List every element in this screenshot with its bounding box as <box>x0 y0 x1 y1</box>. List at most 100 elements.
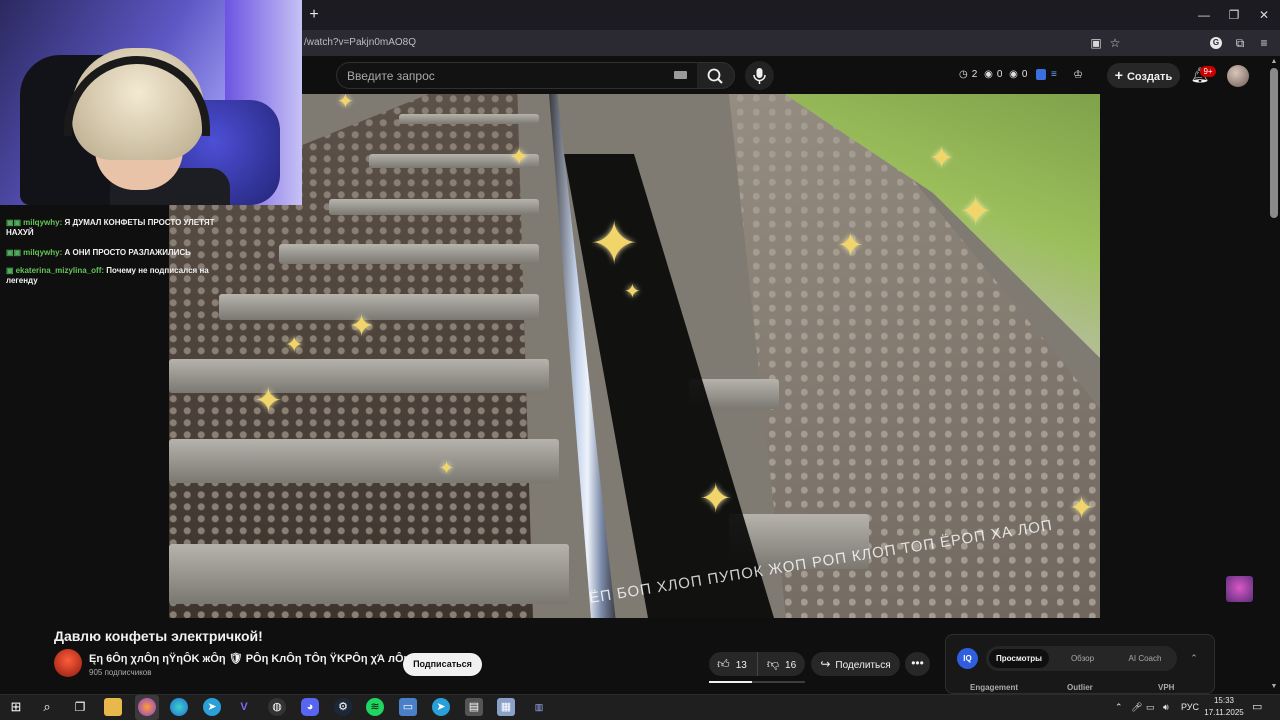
chat-username: ekaterina_mizylina_off <box>15 266 102 275</box>
restore-button[interactable]: ❐ <box>1225 6 1243 24</box>
tray-network-icon[interactable]: ▭ <box>1146 701 1155 713</box>
close-button[interactable]: ✕ <box>1255 6 1273 24</box>
video-sleeper <box>169 439 559 483</box>
telegram-icon[interactable]: ➤ <box>203 698 221 716</box>
tray-volume-icon[interactable]: 🔊︎ <box>1163 701 1169 713</box>
notification-center-icon[interactable]: ▭ <box>1252 701 1262 713</box>
subscribe-button[interactable]: Подписаться <box>403 653 482 676</box>
tray-chevron-up-icon[interactable]: ⌃ <box>1115 701 1123 713</box>
sparkle: ✦ <box>959 190 993 234</box>
firefox-icon[interactable] <box>138 698 156 716</box>
windows-taskbar <box>0 694 1280 720</box>
share-label: Поделиться <box>835 660 891 671</box>
like-button[interactable]: 👍︎ 13 <box>709 652 755 676</box>
steam-icon[interactable]: ⚙ <box>334 698 352 716</box>
subscriber-count: 905 подписчиков <box>89 668 152 677</box>
ribbon-icon[interactable]: ♔ <box>1071 68 1085 82</box>
video-sleeper <box>329 199 539 215</box>
sparkle: ✦ <box>254 382 283 420</box>
edge-icon[interactable] <box>170 698 188 716</box>
video-sleeper <box>169 544 569 604</box>
scroll-down-arrow-icon[interactable]: ▼ <box>1269 683 1279 691</box>
stat-value: 0 <box>996 69 1003 80</box>
monitor-app-icon[interactable]: ▭ <box>399 698 417 716</box>
extension-g-icon[interactable]: G <box>1210 37 1222 49</box>
sparkle: ✦ <box>439 458 455 478</box>
extensions-puzzle-icon[interactable]: ⧉ <box>1232 35 1248 51</box>
chat-message: ▣ ekaterina_mizylina_off: Почему не подпи… <box>6 266 209 285</box>
plus-icon: + <box>1114 67 1123 83</box>
new-tab-button[interactable]: + <box>305 6 323 24</box>
extension-stats: ◷ 2 ◉ 0 ◉ 0 <box>959 69 1031 80</box>
taskbar-clock-date[interactable]: 17.11.2025 <box>1202 708 1246 717</box>
tray-microphone-icon[interactable]: 🎤︎ <box>1131 701 1142 713</box>
share-button[interactable]: ↪ Поделиться <box>811 652 900 676</box>
dislike-count: 16 <box>785 660 797 671</box>
thumbs-down-icon: 👎︎ <box>766 657 780 671</box>
sparkle: ✦ <box>285 332 304 357</box>
obs-icon[interactable]: ◍ <box>268 698 286 716</box>
sparkle: ✦ <box>929 142 955 175</box>
chat-username: milqywhy: <box>23 218 63 227</box>
extension-lines-icon[interactable]: ≡ <box>1051 69 1063 80</box>
thumbs-up-icon: 👍︎ <box>717 657 730 671</box>
sparkle: ✦ <box>837 227 864 263</box>
file-explorer-icon[interactable] <box>104 698 122 716</box>
extension-icon[interactable] <box>1036 69 1046 80</box>
sparkle: ✦ <box>337 94 354 113</box>
more-actions-button[interactable]: ••• <box>905 652 930 676</box>
vegas-icon[interactable]: V <box>235 698 253 716</box>
vidiq-column-engagement: Engagement <box>970 683 1019 692</box>
dislike-button[interactable]: 👎︎ 16 <box>757 652 805 676</box>
floating-avatar-badge[interactable] <box>1226 576 1253 602</box>
video-sleeper <box>219 294 539 320</box>
keyboard-icon[interactable] <box>674 71 687 79</box>
scroll-up-arrow-icon[interactable]: ▲ <box>1269 58 1279 66</box>
stat-value: 2 <box>971 69 978 80</box>
eye-icon: ◉ <box>984 69 993 80</box>
chat-message: ▣▣ milqywhy: Я ДУМАЛ КОНФЕТЫ ПРОСТО УЛЕТЯ… <box>6 218 224 238</box>
tray-language[interactable]: РУС <box>1181 701 1199 713</box>
app-icon[interactable]: ▥ <box>530 698 548 716</box>
notifications-badge: 9+ <box>1200 66 1216 77</box>
channel-avatar[interactable] <box>54 649 82 677</box>
sparkle: ✦ <box>509 144 530 171</box>
eye-icon: ◉ <box>1009 69 1018 80</box>
menu-hamburger-icon[interactable]: ≡ <box>1256 35 1272 51</box>
channel-name[interactable]: Ęη 6Ôη χлÔη ηŸηÔK жÔη 🛡 ΡÔη ΚлÔη ΤÔη ŸΚΡ… <box>89 652 410 665</box>
url-field[interactable]: /watch?v=Pakjn0mAO8Q <box>304 37 416 48</box>
webcam-overlay <box>0 0 302 205</box>
search-button[interactable] <box>697 62 735 89</box>
share-icon: ↪ <box>820 657 831 671</box>
like-ratio-fill <box>709 681 752 683</box>
chevron-up-icon[interactable]: ⌃ <box>1188 652 1200 664</box>
vidiq-column-outlier: Outlier <box>1067 683 1093 692</box>
vidiq-tab-views[interactable]: Просмотры <box>989 649 1049 668</box>
account-avatar[interactable] <box>1227 65 1249 87</box>
taskbar-clock-time[interactable]: 15:33 <box>1205 696 1243 705</box>
like-count: 13 <box>735 660 747 671</box>
spotify-icon[interactable]: ≋ <box>366 698 384 716</box>
vidiq-column-vph: VPH <box>1158 683 1175 692</box>
windows-start-icon[interactable]: ⊞ <box>7 698 25 716</box>
create-button[interactable]: + Создать <box>1107 63 1180 88</box>
video-sleeper <box>399 114 539 124</box>
chat-badges-icon: ▣▣ <box>6 218 22 227</box>
discord-icon[interactable]: ◕ <box>301 698 319 716</box>
vidiq-tab-ai-coach[interactable]: AI Coach <box>1115 646 1175 671</box>
sparkle: ✦ <box>624 281 641 303</box>
reader-view-icon[interactable]: ▣ <box>1088 35 1104 51</box>
window-app-icon[interactable]: ▦ <box>497 698 515 716</box>
task-view-icon[interactable]: ❐ <box>71 698 89 716</box>
telegram-icon[interactable]: ➤ <box>432 698 450 716</box>
notepad-icon[interactable]: ▤ <box>465 698 483 716</box>
sparkle: ✦ <box>589 210 640 277</box>
video-sleeper <box>279 244 539 264</box>
bookmark-star-icon[interactable]: ☆ <box>1107 35 1123 51</box>
vidiq-logo-icon: IQ <box>957 648 978 669</box>
vidiq-tab-overview[interactable]: Обзор <box>1055 646 1110 671</box>
voice-search-button[interactable] <box>745 61 774 90</box>
taskbar-search-icon[interactable]: ⌕ <box>38 698 56 716</box>
scrollbar-thumb[interactable] <box>1270 68 1278 218</box>
minimize-button[interactable]: — <box>1195 6 1213 24</box>
